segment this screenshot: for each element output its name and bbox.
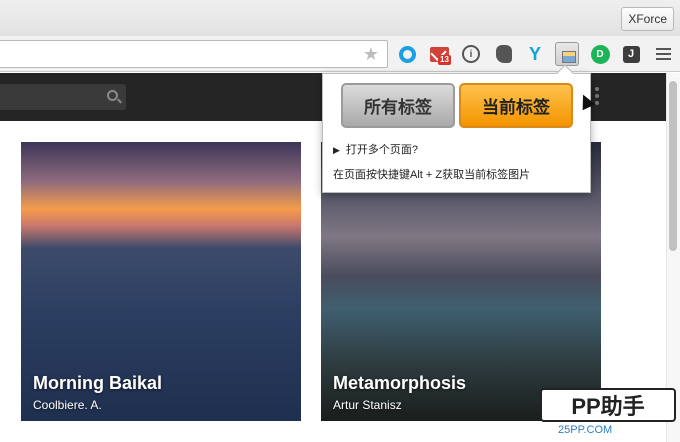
search-input[interactable] <box>0 84 126 110</box>
info-extension-icon[interactable]: i <box>460 43 482 65</box>
mail-extension-icon[interactable]: 13 <box>428 43 451 65</box>
screenshot-extension-icon[interactable] <box>555 42 579 66</box>
photo-card-baikal[interactable]: Morning Baikal Coolbiere. A. <box>21 142 301 421</box>
open-multiple-toggle[interactable]: ▶ 打开多个页面? <box>333 141 418 157</box>
browser-toolbar: ★ 13 i Y D J <box>0 36 680 72</box>
photo-title: Morning Baikal <box>33 373 163 393</box>
watermark-url: 25PP.COM <box>558 424 613 436</box>
menu-icon[interactable] <box>652 43 674 65</box>
pocket-extension-icon[interactable]: J <box>620 43 642 65</box>
more-options-icon[interactable] <box>595 87 599 108</box>
disclosure-triangle-icon: ▶ <box>333 145 340 155</box>
watermark-logo: PP助手 25PP.COM <box>540 388 676 438</box>
current-tab-button[interactable]: 当前标签 <box>459 83 573 128</box>
mail-badge: 13 <box>438 55 451 65</box>
all-tabs-button[interactable]: 所有标签 <box>341 83 455 128</box>
address-bar[interactable]: ★ <box>0 40 388 68</box>
profile-button[interactable]: XForce <box>621 7 674 31</box>
watermark-brand: PP助手 <box>540 388 676 422</box>
y-extension-icon[interactable]: Y <box>524 43 546 65</box>
shortcut-hint: 在页面按快捷键Alt + Z获取当前标签图片 <box>333 169 531 181</box>
elephant-extension-icon[interactable] <box>493 43 515 65</box>
photo-author: Coolbiere. A. <box>33 398 102 412</box>
star-icon[interactable]: ★ <box>363 44 379 64</box>
search-icon <box>107 90 118 101</box>
extension-popup: 所有标签 当前标签 ▶ 打开多个页面? 在页面按快捷键Alt + Z获取当前标签图… <box>322 64 591 193</box>
photo-title: Metamorphosis <box>333 373 467 393</box>
window-titlebar: XForce <box>0 0 680 36</box>
circle-extension-icon[interactable] <box>396 43 418 65</box>
page-scrollbar[interactable] <box>666 73 680 442</box>
green-d-extension-icon[interactable]: D <box>589 43 611 65</box>
scrollbar-thumb[interactable] <box>669 81 677 251</box>
photo-author: Artur Stanisz <box>333 398 402 412</box>
